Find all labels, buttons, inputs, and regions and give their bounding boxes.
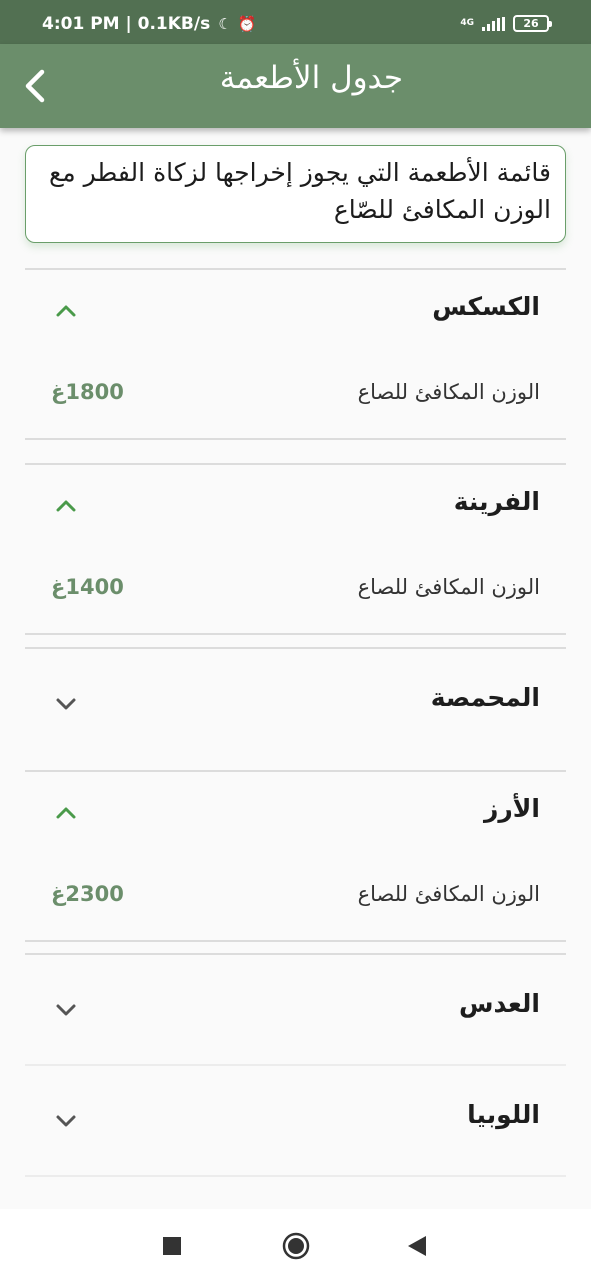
food-item-rice[interactable]: الأرز الوزن المكافئ للصاع 2300غ (25, 772, 566, 940)
description-text: قائمة الأطعمة التي يجوز إخراجها لزكاة ال… (48, 158, 551, 224)
chevron-up-icon[interactable] (53, 804, 79, 822)
back-button[interactable] (14, 62, 58, 110)
food-item-flour[interactable]: الفرينة الوزن المكافئ للصاع 1400غ (25, 465, 566, 633)
chevron-up-icon[interactable] (53, 497, 79, 515)
food-item-couscous[interactable]: الكسكس الوزن المكافئ للصاع 1800غ (25, 270, 566, 438)
food-item-mhamsa[interactable]: المحمصة (25, 649, 566, 769)
food-name: الكسكس (432, 292, 540, 321)
chevron-down-icon[interactable] (53, 695, 79, 713)
back-icon (408, 1236, 426, 1256)
app-bar: جدول الأطعمة (0, 44, 591, 128)
home-icon (282, 1232, 310, 1260)
weight-label: الوزن المكافئ للصاع (357, 380, 540, 404)
recents-icon (163, 1237, 181, 1255)
status-left: 4:01 PM | 0.1KB/s ☾ ⏰ (42, 14, 256, 34)
chevron-down-icon[interactable] (53, 1112, 79, 1130)
food-item-beans[interactable]: اللوبيا (25, 1066, 566, 1176)
navigation-bar (0, 1209, 591, 1280)
weight-value: 2300غ (51, 882, 124, 906)
food-name: الأرز (484, 794, 540, 823)
status-time: 4:01 PM | 0.1KB/s (42, 14, 211, 34)
moon-icon: ☾ (218, 15, 232, 33)
food-name: اللوبيا (467, 1100, 540, 1129)
weight-value: 1800غ (51, 380, 124, 404)
page-title: جدول الأطعمة (219, 60, 403, 96)
home-button[interactable] (281, 1231, 311, 1261)
food-name: المحمصة (430, 683, 540, 712)
signal-icon (482, 16, 505, 31)
chevron-left-icon (25, 69, 45, 103)
status-bar: 4:01 PM | 0.1KB/s ☾ ⏰ 4G 26 (0, 0, 591, 44)
chevron-down-icon[interactable] (53, 1001, 79, 1019)
food-item-lentils[interactable]: العدس (25, 955, 566, 1065)
divider (25, 633, 566, 635)
food-name: العدس (458, 989, 540, 1018)
divider (25, 1175, 566, 1177)
food-name: الفرينة (453, 487, 540, 516)
recents-button[interactable] (157, 1231, 187, 1261)
divider (25, 438, 566, 440)
status-right: 4G 26 (460, 15, 552, 32)
network-type: 4G (460, 18, 474, 28)
weight-value: 1400غ (51, 575, 124, 599)
back-nav-button[interactable] (402, 1231, 432, 1261)
weight-label: الوزن المكافئ للصاع (357, 575, 540, 599)
chevron-up-icon[interactable] (53, 302, 79, 320)
weight-label: الوزن المكافئ للصاع (357, 882, 540, 906)
description-card: قائمة الأطعمة التي يجوز إخراجها لزكاة ال… (25, 145, 566, 243)
battery-icon: 26 (513, 15, 552, 32)
alarm-icon: ⏰ (237, 15, 257, 33)
divider (25, 940, 566, 942)
